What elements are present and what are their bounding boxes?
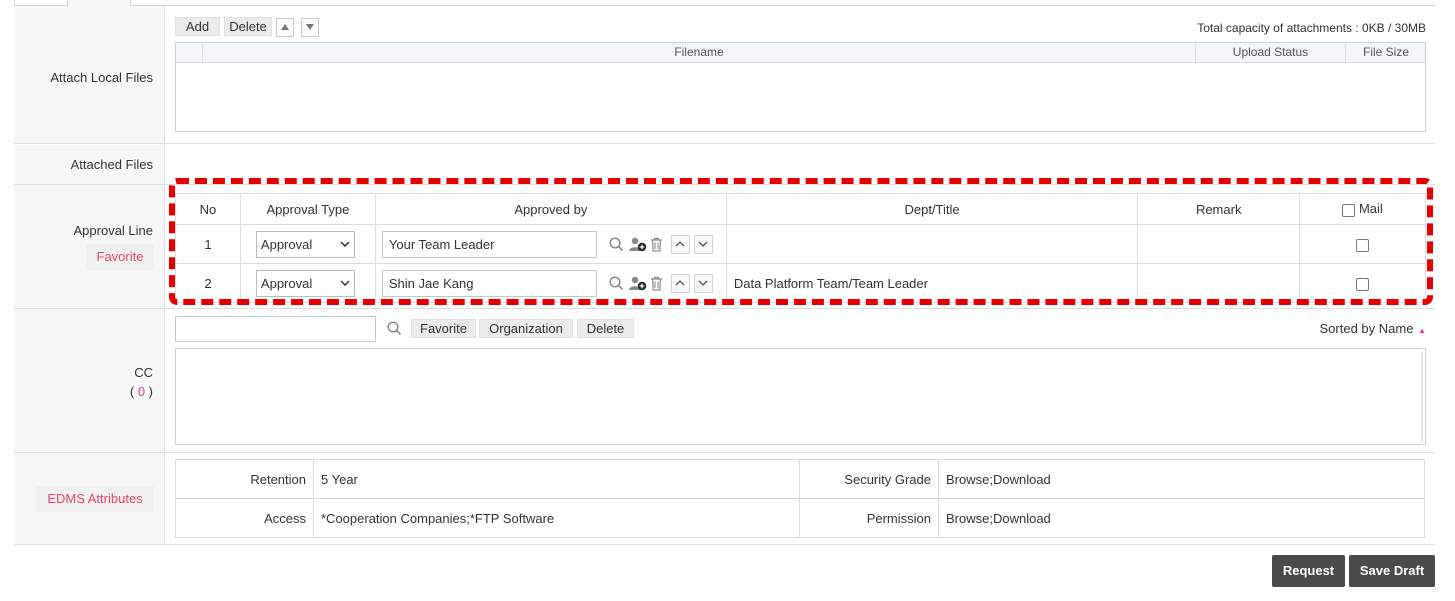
add-file-button[interactable]: Add	[175, 17, 220, 36]
search-icon[interactable]	[609, 275, 624, 291]
row-up-button[interactable]	[670, 234, 690, 254]
dept-title-cell	[725, 224, 1139, 264]
cc-favorite-button[interactable]: Favorite	[411, 319, 476, 338]
remark-cell[interactable]	[1137, 224, 1301, 264]
chevron-down-icon	[698, 241, 708, 247]
table-row: 2 Approval Shin Jae Kang Data Platform T…	[175, 263, 1426, 303]
delete-file-button[interactable]: Delete	[224, 17, 272, 36]
col-no-header: No	[175, 193, 241, 225]
col-mail-header: Mail	[1299, 193, 1426, 225]
col-approval-type-header: Approval Type	[239, 193, 376, 225]
move-up-button[interactable]	[276, 18, 294, 37]
edms-attributes-table: Retention 5 Year Security Grade Browse;D…	[175, 459, 1425, 538]
col-approved-by-header: Approved by	[374, 193, 727, 225]
cc-count-value: 0	[137, 384, 146, 399]
attached-files-row: Attached Files	[14, 145, 1435, 185]
attached-files-label-cell: Attached Files	[14, 145, 165, 184]
add-user-icon[interactable]	[628, 276, 647, 291]
mail-cell	[1299, 224, 1426, 264]
row-up-button[interactable]	[670, 273, 690, 293]
sort-asc-icon: ▲	[1418, 326, 1426, 335]
retention-key: Retention	[175, 459, 314, 499]
col-remark-header: Remark	[1137, 193, 1301, 225]
row-down-button[interactable]	[693, 234, 713, 254]
attachment-capacity: Total capacity of attachments : 0KB / 30…	[1197, 21, 1426, 35]
retention-value: 5 Year	[313, 459, 800, 499]
move-down-button[interactable]	[301, 18, 319, 37]
permission-key: Permission	[799, 498, 939, 538]
approval-type-cell: Approval	[239, 263, 376, 303]
approved-by-cell: Shin Jae Kang	[374, 263, 727, 303]
search-icon[interactable]	[387, 321, 402, 339]
request-button[interactable]: Request	[1272, 555, 1345, 587]
file-list-grid[interactable]: Filename Upload Status File Size	[175, 42, 1426, 132]
cc-search-input[interactable]	[175, 316, 376, 342]
edms-attributes-button[interactable]: EDMS Attributes	[36, 486, 154, 512]
mail-header-label: Mail	[1358, 201, 1383, 217]
approval-type-select[interactable]: Approval	[255, 269, 355, 297]
cc-scrollbar[interactable]	[1421, 351, 1423, 442]
chevron-up-icon	[675, 241, 685, 247]
row-down-button[interactable]	[693, 273, 713, 293]
access-key: Access	[175, 498, 314, 538]
security-grade-key: Security Grade	[799, 459, 939, 499]
approval-header-row: No Approval Type Approved by Dept/Title …	[175, 193, 1426, 225]
save-draft-button[interactable]: Save Draft	[1349, 555, 1435, 587]
col-dept-title-header: Dept/Title	[725, 193, 1139, 225]
attach-local-files-label: Attach Local Files	[50, 70, 153, 85]
row-no: 1	[175, 224, 241, 264]
approver-input[interactable]: Shin Jae Kang	[381, 269, 597, 297]
attach-local-files-label-cell: Attach Local Files	[14, 6, 165, 143]
approval-type-value: Approval	[260, 275, 313, 291]
filename-column-header: Filename	[202, 43, 1195, 62]
approver-input[interactable]: Your Team Leader	[381, 230, 597, 258]
approval-type-cell: Approval	[239, 224, 376, 264]
mail-checkbox[interactable]	[1356, 238, 1370, 252]
remark-cell[interactable]	[1137, 263, 1301, 303]
dept-title-cell: Data Platform Team/Team Leader	[725, 263, 1139, 303]
table-row: 1 Approval Your Team Leader	[175, 224, 1426, 264]
cc-label-cell: CC ( 0 )	[14, 309, 165, 452]
upload-status-column-header: Upload Status	[1195, 43, 1345, 62]
row-no: 2	[175, 263, 241, 303]
mail-checkbox[interactable]	[1356, 277, 1370, 291]
chevron-down-icon	[340, 280, 350, 286]
permission-value: Browse;Download	[938, 498, 1425, 538]
cc-label: CC	[134, 365, 153, 380]
attached-files-label: Attached Files	[70, 157, 153, 172]
approved-by-cell: Your Team Leader	[374, 224, 727, 264]
triangle-up-icon	[281, 24, 289, 30]
mail-cell	[1299, 263, 1426, 303]
approval-type-value: Approval	[260, 236, 313, 252]
cc-count: ( 0 )	[129, 384, 153, 399]
file-grid-header: Filename Upload Status File Size	[176, 43, 1425, 63]
search-icon[interactable]	[609, 236, 624, 252]
cc-organization-button[interactable]: Organization	[479, 319, 573, 338]
sort-label: Sorted by Name	[1319, 321, 1414, 336]
chevron-down-icon	[698, 280, 708, 286]
file-size-column-header: File Size	[1345, 43, 1426, 62]
cc-recipient-list[interactable]	[175, 348, 1426, 445]
security-grade-value: Browse;Download	[938, 459, 1425, 499]
approval-type-select[interactable]: Approval	[255, 230, 355, 258]
chevron-up-icon	[675, 280, 685, 286]
cc-delete-button[interactable]: Delete	[577, 319, 634, 338]
approval-line-table: No Approval Type Approved by Dept/Title …	[175, 193, 1426, 303]
trash-icon[interactable]	[650, 276, 663, 291]
chevron-down-icon	[340, 241, 350, 247]
triangle-down-icon	[306, 24, 314, 30]
approval-line-label: Approval Line	[73, 223, 154, 238]
file-grid-check-col	[176, 43, 202, 62]
trash-icon[interactable]	[650, 237, 663, 252]
edms-row: Access *Cooperation Companies;*FTP Softw…	[175, 498, 1425, 538]
sort-by-name[interactable]: Sorted by Name ▲	[1320, 321, 1426, 336]
access-value: *Cooperation Companies;*FTP Software	[313, 498, 800, 538]
mail-all-checkbox[interactable]	[1342, 203, 1356, 217]
add-user-icon[interactable]	[628, 237, 647, 252]
edms-row: Retention 5 Year Security Grade Browse;D…	[175, 459, 1425, 499]
approval-favorite-button[interactable]: Favorite	[86, 244, 154, 270]
